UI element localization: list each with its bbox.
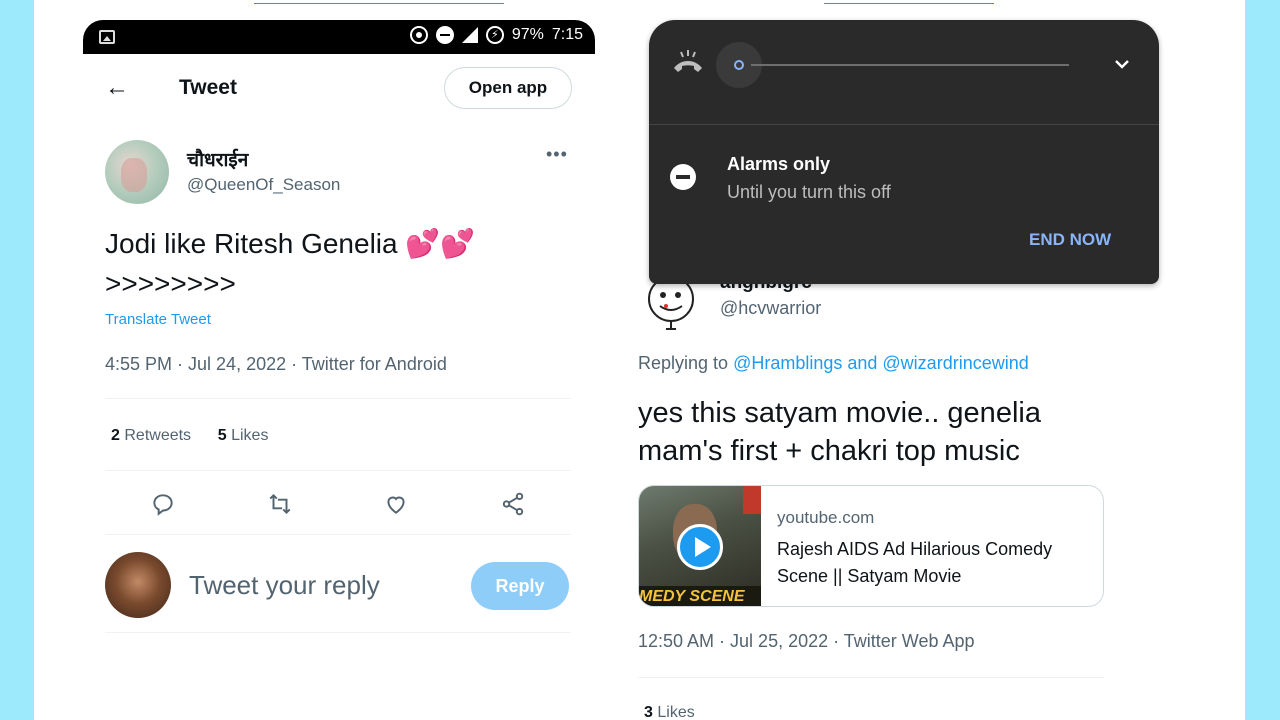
tweet-text-line2: >>>>>>>> [105,268,236,299]
like-heart-icon[interactable] [378,486,414,522]
tweet-timestamp: 4:55 PM · Jul 24, 2022 · Twitter for And… [105,354,447,374]
dnd-mode-title: Alarms only [727,154,831,174]
youtube-link-card[interactable]: MEDY SCENE youtube.com Rajesh AIDS Ad Hi… [638,485,1104,607]
cropped-link [254,0,504,4]
play-icon[interactable] [677,524,723,570]
retweet-icon[interactable] [262,486,298,522]
tweet-actions [105,486,571,522]
channel-logo [743,486,761,514]
back-arrow-icon[interactable]: ← [105,74,129,102]
divider [638,677,1104,678]
signal-icon [461,27,478,43]
video-thumbnail[interactable]: MEDY SCENE [639,486,761,606]
reply-input[interactable]: Tweet your reply [189,570,380,601]
reply-button[interactable]: Reply [471,562,569,610]
display-name[interactable]: चौधराईन [187,146,248,172]
reply-icon[interactable] [145,486,181,522]
tweet-text: Jodi like Ritesh Genelia 💕💕 >>>>>>>> [105,224,475,304]
divider [105,470,571,471]
hotspot-icon [409,26,428,44]
clock: 7:15 [551,26,583,43]
volume-dnd-panel: Alarms only Until you turn this off END … [649,20,1159,284]
tweet-text: yes this satyam movie.. genelia mam's fi… [638,397,1041,467]
card-title: Rajesh AIDS Ad Hilarious Comedy Scene ||… [777,539,1053,586]
do-not-disturb-icon [670,164,696,190]
avatar [105,552,171,618]
replying-to: Replying to @Hramblings and @wizardrince… [638,353,1029,373]
more-options-icon[interactable]: ••• [546,144,568,165]
tweet-text-line1: Jodi like Ritesh Genelia [105,228,398,259]
retweets-stat[interactable]: 2 Retweets [111,427,191,444]
image-notification-icon [99,30,115,44]
tweet-stats: 2 Retweets 5 Likes [111,427,268,445]
battery-level: 97% [511,26,544,43]
divider [649,124,1159,125]
tweet-timestamp: 12:50 AM · Jul 25, 2022 · Twitter Web Ap… [638,631,975,651]
status-icons: ⚡ 97% 7:15 [409,26,583,44]
user-handle[interactable]: @hcvwarrior [720,298,821,319]
avatar[interactable] [105,140,169,204]
divider [105,632,571,633]
status-bar: ⚡ 97% 7:15 [83,20,595,54]
share-icon[interactable] [495,486,531,522]
two-hearts-emoji: 💕💕 [405,228,476,259]
card-domain: youtube.com [777,508,875,527]
divider [105,534,571,535]
page-title: Tweet [179,76,237,99]
user-handle[interactable]: @QueenOf_Season [187,175,340,195]
battery-saver-icon: ⚡ [485,26,504,44]
do-not-disturb-icon [435,26,454,44]
divider [105,398,571,399]
replying-to-links[interactable]: @Hramblings and @wizardrincewind [733,353,1029,373]
tweet-header: ← Tweet Open app [83,54,595,124]
translate-tweet-link[interactable]: Translate Tweet [105,311,211,328]
dnd-mode-subtitle: Until you turn this off [727,182,891,202]
reply-composer: Tweet your reply Reply [105,550,571,620]
phone-ringer-off-icon [674,50,702,72]
volume-slider-track[interactable] [751,64,1069,66]
left-phone-screen: ⚡ 97% 7:15 ← Tweet Open app चौधराईन @Que… [83,20,595,720]
thumbnail-caption: MEDY SCENE [639,586,761,606]
chevron-down-icon[interactable] [1111,53,1133,75]
end-now-button[interactable]: END NOW [1029,230,1111,250]
likes-stat[interactable]: 3 Likes [644,704,695,720]
open-app-button[interactable]: Open app [444,67,572,109]
likes-stat[interactable]: 5 Likes [218,427,269,444]
